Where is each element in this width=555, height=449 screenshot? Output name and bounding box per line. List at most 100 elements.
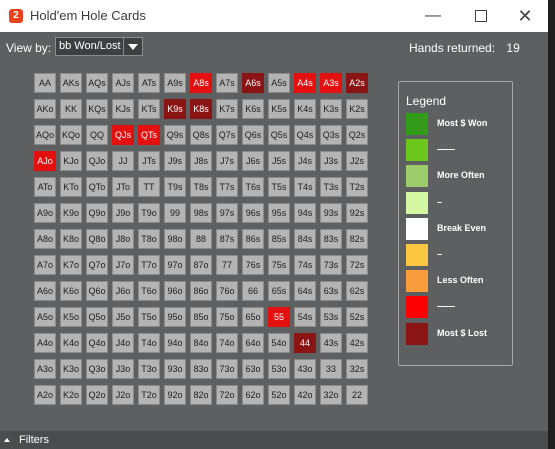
hand-cell[interactable]: 44	[294, 333, 316, 353]
hand-cell[interactable]: 87s	[216, 229, 238, 249]
hand-cell[interactable]: 94o	[164, 333, 186, 353]
hand-cell[interactable]: 72s	[346, 255, 368, 275]
hand-cell[interactable]: T9s	[164, 177, 186, 197]
hand-cell[interactable]: 72o	[216, 385, 238, 405]
hand-cell[interactable]: J5s	[268, 151, 290, 171]
hand-cell[interactable]: J8o	[112, 229, 134, 249]
hand-cell[interactable]: 53s	[320, 307, 342, 327]
hand-cell[interactable]: 95o	[164, 307, 186, 327]
hand-cell[interactable]: K2o	[60, 385, 82, 405]
hand-cell[interactable]: 73o	[216, 359, 238, 379]
hand-cell[interactable]: T5s	[268, 177, 290, 197]
minimize-button[interactable]: —	[410, 0, 456, 32]
hand-cell[interactable]: K4o	[60, 333, 82, 353]
hand-cell[interactable]: 54o	[268, 333, 290, 353]
hand-cell[interactable]: J8s	[190, 151, 212, 171]
hand-cell[interactable]: 98s	[190, 203, 212, 223]
hand-cell[interactable]: T4s	[294, 177, 316, 197]
hand-cell[interactable]: 75s	[268, 255, 290, 275]
hand-cell[interactable]: Q8s	[190, 125, 212, 145]
hand-cell[interactable]: JTo	[112, 177, 134, 197]
hand-cell[interactable]: 84s	[294, 229, 316, 249]
hand-cell[interactable]: J4s	[294, 151, 316, 171]
hand-cell[interactable]: 99	[164, 203, 186, 223]
hand-cell[interactable]: 92s	[346, 203, 368, 223]
hand-cell[interactable]: 64s	[294, 281, 316, 301]
hand-cell[interactable]: J6o	[112, 281, 134, 301]
hand-cell[interactable]: 63s	[320, 281, 342, 301]
hand-cell[interactable]: A9o	[34, 203, 56, 223]
hand-cell[interactable]: 62s	[346, 281, 368, 301]
hand-cell[interactable]: J2o	[112, 385, 134, 405]
hand-cell[interactable]: 86s	[242, 229, 264, 249]
hand-cell[interactable]: AJo	[34, 151, 56, 171]
hand-cell[interactable]: K9s	[164, 99, 186, 119]
hand-cell[interactable]: Q9o	[86, 203, 108, 223]
hand-cell[interactable]: A7o	[34, 255, 56, 275]
hand-cell[interactable]: 96o	[164, 281, 186, 301]
hand-cell[interactable]: A7s	[216, 73, 238, 93]
hand-cell[interactable]: J9s	[164, 151, 186, 171]
hand-cell[interactable]: A5o	[34, 307, 56, 327]
hand-cell[interactable]: 74s	[294, 255, 316, 275]
hand-cell[interactable]: AA	[34, 73, 56, 93]
hand-cell[interactable]: KTo	[60, 177, 82, 197]
hand-cell[interactable]: T5o	[138, 307, 160, 327]
hand-cell[interactable]: 93s	[320, 203, 342, 223]
hand-cell[interactable]: QJo	[86, 151, 108, 171]
hand-cell[interactable]: KJo	[60, 151, 82, 171]
hand-cell[interactable]: 52s	[346, 307, 368, 327]
hand-cell[interactable]: A6o	[34, 281, 56, 301]
hand-cell[interactable]: QTs	[138, 125, 160, 145]
hand-cell[interactable]: T6s	[242, 177, 264, 197]
hand-cell[interactable]: T7o	[138, 255, 160, 275]
hand-cell[interactable]: Q5s	[268, 125, 290, 145]
hand-cell[interactable]: T4o	[138, 333, 160, 353]
hand-cell[interactable]: KTs	[138, 99, 160, 119]
hand-cell[interactable]: K6s	[242, 99, 264, 119]
hand-cell[interactable]: T8o	[138, 229, 160, 249]
hand-cell[interactable]: 93o	[164, 359, 186, 379]
hand-cell[interactable]: 86o	[190, 281, 212, 301]
hand-cell[interactable]: 94s	[294, 203, 316, 223]
hand-cell[interactable]: KJs	[112, 99, 134, 119]
hand-cell[interactable]: 85o	[190, 307, 212, 327]
hand-cell[interactable]: 98o	[164, 229, 186, 249]
hand-cell[interactable]: KK	[60, 99, 82, 119]
hand-cell[interactable]: QQ	[86, 125, 108, 145]
hand-cell[interactable]: KQo	[60, 125, 82, 145]
hand-cell[interactable]: 42s	[346, 333, 368, 353]
filters-bar[interactable]: Filters	[0, 431, 548, 449]
hand-cell[interactable]: J5o	[112, 307, 134, 327]
hand-cell[interactable]: A8o	[34, 229, 56, 249]
hand-cell[interactable]: K4s	[294, 99, 316, 119]
hand-cell[interactable]: K7s	[216, 99, 238, 119]
view-by-select[interactable]: bb Won/Lost	[55, 37, 143, 56]
hand-cell[interactable]: T2s	[346, 177, 368, 197]
hand-cell[interactable]: JJ	[112, 151, 134, 171]
hand-cell[interactable]: 95s	[268, 203, 290, 223]
hand-cell[interactable]: J4o	[112, 333, 134, 353]
hand-cell[interactable]: Q6o	[86, 281, 108, 301]
hand-cell[interactable]: 43o	[294, 359, 316, 379]
hand-cell[interactable]: 42o	[294, 385, 316, 405]
hand-cell[interactable]: K3o	[60, 359, 82, 379]
hand-cell[interactable]: TT	[138, 177, 160, 197]
hand-cell[interactable]: K2s	[346, 99, 368, 119]
hand-cell[interactable]: J9o	[112, 203, 134, 223]
hand-cell[interactable]: 87o	[190, 255, 212, 275]
hand-cell[interactable]: K5s	[268, 99, 290, 119]
hand-cell[interactable]: A6s	[242, 73, 264, 93]
hand-cell[interactable]: K5o	[60, 307, 82, 327]
hand-cell[interactable]: AKo	[34, 99, 56, 119]
hand-cell[interactable]: 65o	[242, 307, 264, 327]
hand-cell[interactable]: A3o	[34, 359, 56, 379]
hand-cell[interactable]: 22	[346, 385, 368, 405]
hand-cell[interactable]: AJs	[112, 73, 134, 93]
hand-cell[interactable]: AQo	[34, 125, 56, 145]
hand-cell[interactable]: J7s	[216, 151, 238, 171]
hand-cell[interactable]: 33	[320, 359, 342, 379]
dropdown-arrow-icon[interactable]	[123, 38, 142, 55]
hand-cell[interactable]: 76s	[242, 255, 264, 275]
hand-cell[interactable]: 64o	[242, 333, 264, 353]
